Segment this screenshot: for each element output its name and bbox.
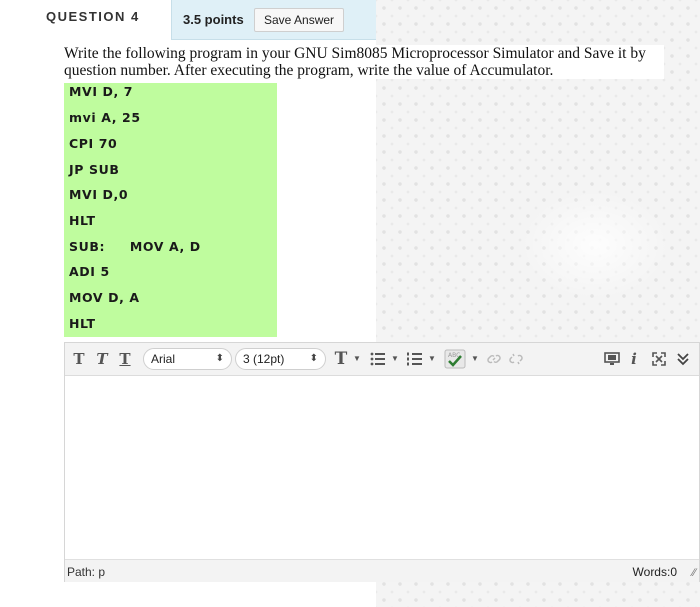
spellcheck-icon[interactable]: ABC — [443, 348, 467, 370]
font-family-value: Arial — [151, 352, 176, 366]
font-family-select[interactable]: Arial ⬍ — [143, 348, 232, 370]
preview-icon[interactable] — [603, 348, 621, 370]
collapse-icon[interactable] — [675, 348, 691, 370]
chevron-down-icon[interactable]: ▼ — [428, 354, 436, 363]
background-highlight — [520, 190, 670, 300]
code-line: MOV D, A — [69, 290, 140, 305]
chevron-down-icon[interactable]: ▼ — [353, 354, 361, 363]
font-size-select[interactable]: 3 (12pt) ⬍ — [235, 348, 326, 370]
editor-toolbar: T T T Arial ⬍ 3 (12pt) ⬍ T ▼ ▼ ▼ ABC ▼ i — [65, 343, 699, 376]
question-title: QUESTION 4 — [46, 9, 140, 24]
code-line: MVI D,0 — [69, 187, 129, 202]
code-line: CPI 70 — [69, 136, 118, 151]
code-block: MVI D, 7 mvi A, 25 CPI 70 JP SUB MVI D,0… — [64, 83, 277, 337]
unlink-icon[interactable] — [507, 348, 525, 370]
info-icon[interactable]: i — [629, 348, 639, 370]
points-box: 3.5 points Save Answer — [171, 0, 376, 40]
question-text: Write the following program in your GNU … — [64, 45, 664, 79]
code-line: ADI 5 — [69, 264, 110, 279]
link-icon[interactable] — [486, 348, 502, 370]
bold-button[interactable]: T — [72, 348, 86, 370]
code-line: HLT — [69, 213, 96, 228]
code-line: mvi A, 25 — [69, 110, 141, 125]
resize-handle-icon[interactable]: ∕∕ — [692, 567, 696, 579]
question-header: QUESTION 4 3.5 points Save Answer — [0, 0, 376, 40]
editor-text-area[interactable] — [65, 376, 699, 559]
underline-button[interactable]: T — [118, 348, 132, 370]
fullscreen-icon[interactable] — [650, 348, 668, 370]
chevron-down-icon[interactable]: ▼ — [471, 354, 479, 363]
numbered-list-icon[interactable] — [406, 348, 424, 370]
code-line: HLT — [69, 316, 96, 331]
code-line: SUB: MOV A, D — [69, 239, 201, 254]
editor-statusbar: Path: p Words:0 ∕∕ — [65, 559, 699, 582]
text-color-button[interactable]: T — [333, 348, 349, 370]
points-label: 3.5 points — [183, 12, 244, 27]
code-line: JP SUB — [69, 162, 120, 177]
answer-editor: T T T Arial ⬍ 3 (12pt) ⬍ T ▼ ▼ ▼ ABC ▼ i… — [64, 342, 700, 582]
italic-button[interactable]: T — [95, 348, 109, 370]
chevron-down-icon[interactable]: ▼ — [391, 354, 399, 363]
bullet-list-icon[interactable] — [369, 348, 387, 370]
word-count: Words:0 — [632, 565, 677, 579]
select-arrow-icon: ⬍ — [215, 353, 224, 364]
path-label: Path: p — [67, 565, 106, 579]
select-arrow-icon: ⬍ — [309, 353, 318, 364]
save-answer-button[interactable]: Save Answer — [254, 8, 345, 32]
font-size-value: 3 (12pt) — [243, 352, 285, 366]
code-line: MVI D, 7 — [69, 84, 134, 99]
